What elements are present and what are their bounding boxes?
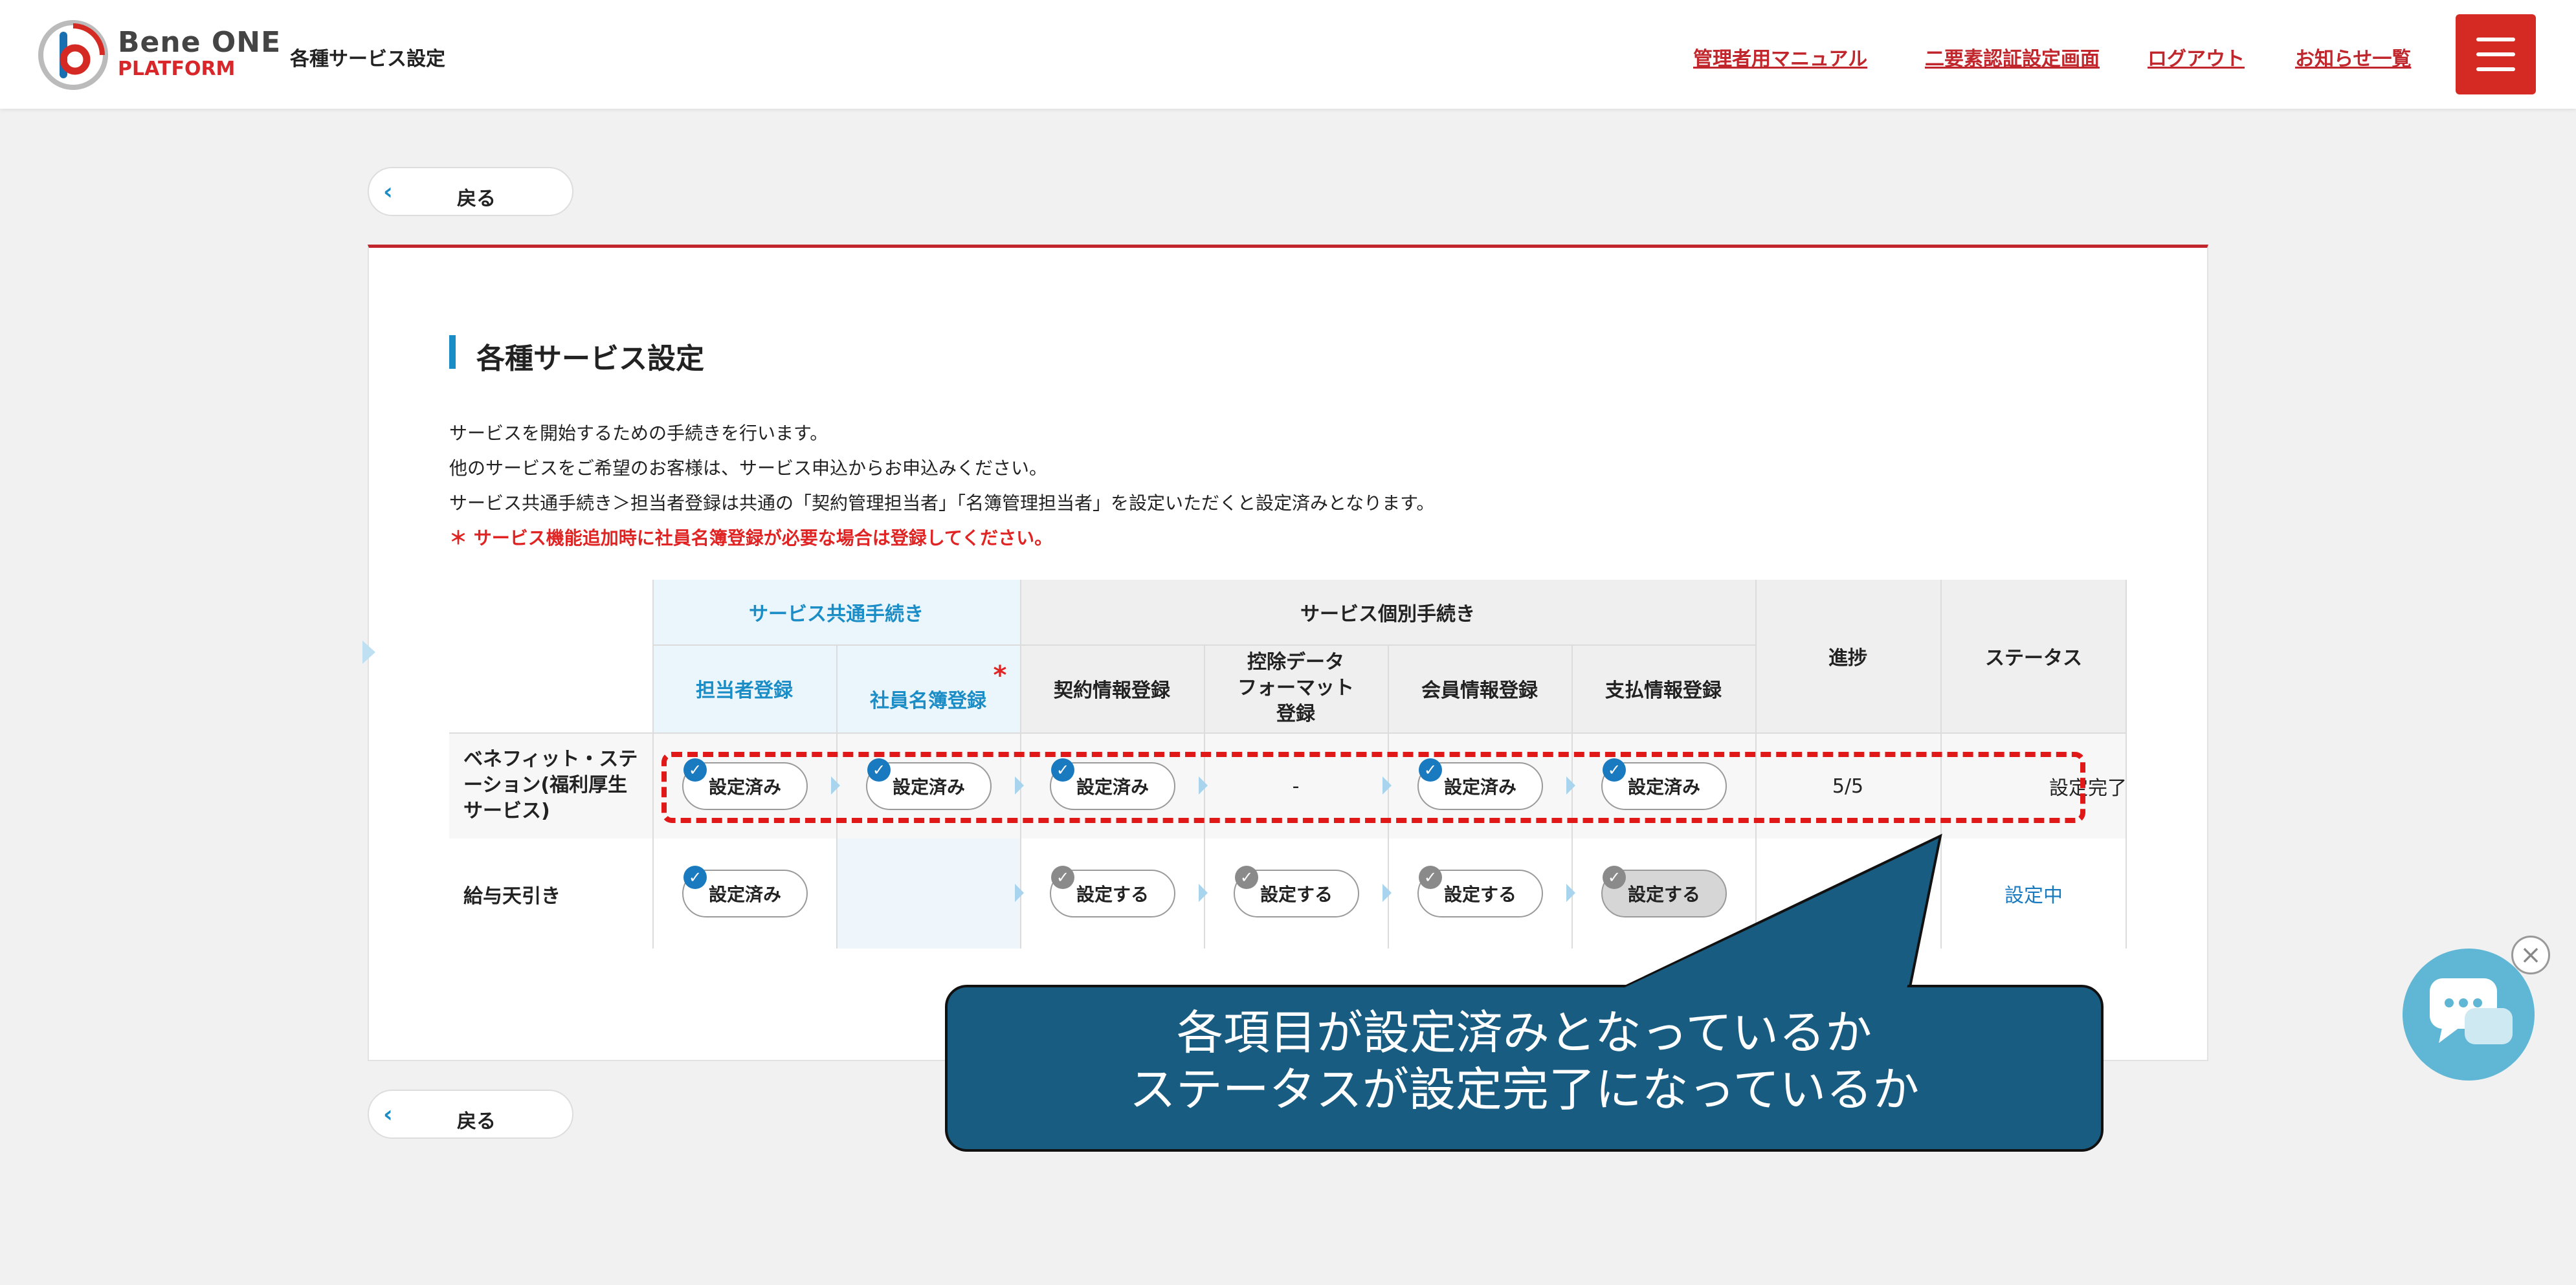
- back-button-bottom[interactable]: ‹ 戻る: [368, 1090, 573, 1139]
- callout-line-1: 各項目が設定済みとなっているか: [1176, 1005, 1872, 1060]
- chat-button[interactable]: [2403, 949, 2535, 1081]
- chevron-left-icon: ‹: [383, 1101, 393, 1128]
- callout-text: 各項目が設定済みとなっているか ステータスが設定完了になっているか: [945, 1004, 2104, 1118]
- back-button-label: 戻る: [457, 1110, 496, 1133]
- close-icon[interactable]: ×: [2511, 936, 2550, 974]
- callout-line-2: ステータスが設定完了になっているか: [1129, 1062, 1920, 1117]
- chat-bubble-icon: [2430, 978, 2513, 1044]
